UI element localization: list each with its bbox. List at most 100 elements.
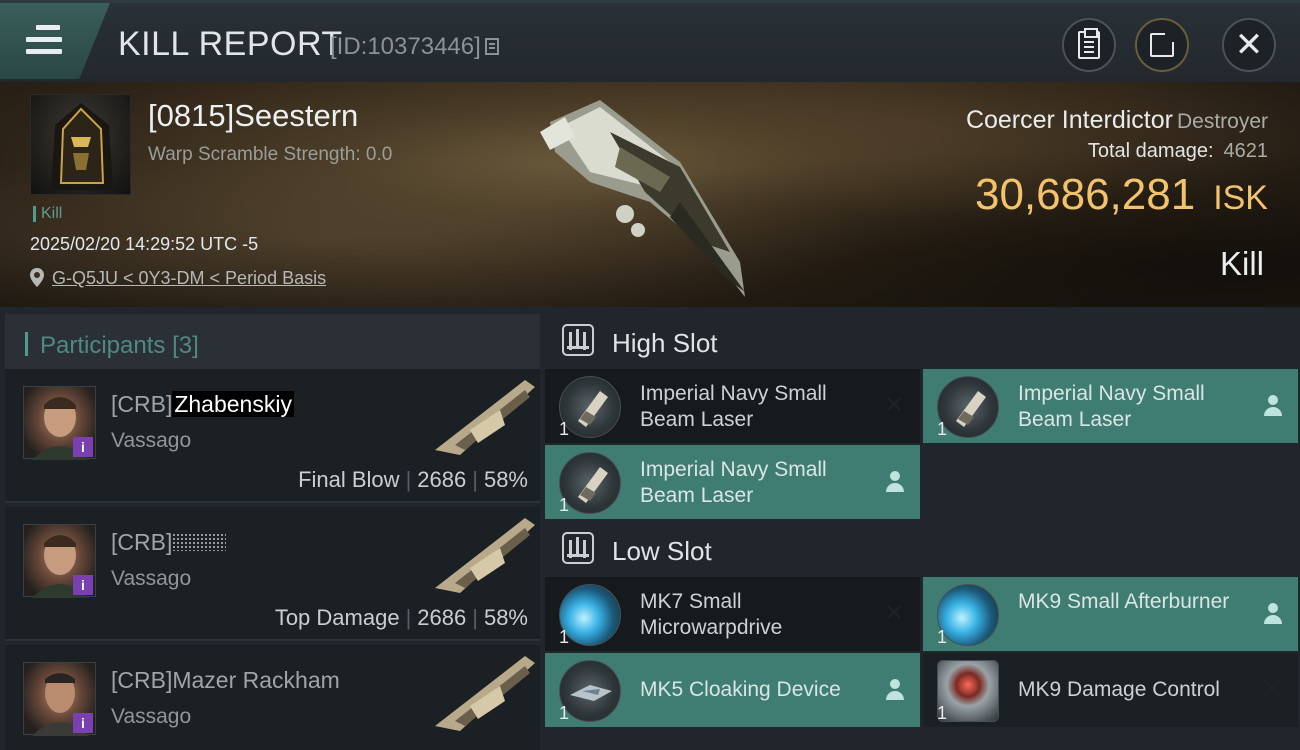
fitting-panel: High Slot 1 Imperial Navy Small Beam Las… — [540, 307, 1300, 750]
victim-portrait[interactable] — [30, 94, 131, 195]
destroyed-x-icon: ✕ — [883, 392, 905, 419]
module-quantity: 1 — [559, 703, 570, 723]
obscured-name — [172, 533, 227, 551]
participant-row[interactable]: i [CRB] Vassago Top Damage | 2686 | 58% — [5, 507, 540, 641]
header-bar: KILL REPORT [ID:10373446] ✕ — [0, 0, 1300, 82]
isk-unit: ISK — [1213, 179, 1268, 217]
total-damage-label: Total damage: — [1087, 140, 1214, 162]
destroyed-x-icon: ✕ — [1261, 676, 1283, 703]
participant-corp: [CRB] — [111, 667, 173, 693]
module-quantity: 1 — [937, 627, 948, 647]
low-slot-header: Low Slot — [545, 518, 1300, 576]
participants-title: Participants [3] — [40, 332, 199, 360]
participant-ship: Vassago — [111, 429, 192, 452]
participant-ship-image — [435, 656, 535, 731]
total-damage-value: 4621 — [1223, 140, 1269, 162]
total-damage: Total damage: 4621 — [1088, 140, 1268, 163]
participant-corp: [CRB] — [111, 529, 173, 555]
module-item[interactable]: 1 MK7 Small Microwarpdrive ✕ — [545, 577, 920, 651]
participant-ship-image — [435, 518, 535, 593]
participant-damage: 2686 — [417, 605, 467, 630]
participant-stats: Top Damage | 2686 | 58% — [275, 605, 528, 631]
destroyed-x-icon: ✕ — [883, 600, 905, 627]
victim-name[interactable]: [0815]Seestern — [148, 98, 358, 134]
module-name: Imperial Navy Small Beam Laser — [640, 382, 827, 431]
module-quantity: 1 — [937, 703, 948, 723]
dropped-person-icon — [1264, 395, 1282, 417]
stats-separator: | — [472, 605, 478, 630]
ship-name[interactable]: Coercer Interdictor — [966, 106, 1173, 134]
ship-class: Destroyer — [1176, 110, 1268, 133]
participant-name[interactable]: [CRB] — [111, 529, 227, 556]
participant-percent: 58% — [483, 605, 528, 630]
dropped-person-icon — [1264, 603, 1282, 625]
participant-role: Top Damage — [274, 605, 400, 630]
report-id-text: [ID:10373446] — [330, 33, 481, 60]
stats-separator: | — [405, 467, 412, 492]
participants-title-text: Participants — [40, 332, 166, 359]
share-icon — [1150, 30, 1177, 57]
participant-row[interactable]: i [CRB]Zhabenskiy Vassago Final Blow | 268… — [5, 369, 540, 503]
participant-name-text: Mazer Rackham — [172, 667, 340, 693]
result-label: Kill — [1219, 245, 1264, 282]
module-item[interactable]: 1 MK5 Cloaking Device — [545, 653, 920, 727]
participant-name[interactable]: [CRB]Zhabenskiy — [111, 391, 294, 418]
location-pin-icon — [30, 268, 44, 287]
module-item[interactable]: 1 MK9 Small Afterburner — [923, 577, 1298, 651]
stats-separator: | — [472, 467, 478, 492]
module-name: MK9 Damage Control — [1018, 678, 1220, 701]
participants-count: [3] — [172, 332, 199, 359]
ship-name-line: Coercer Interdictor Destroyer — [966, 106, 1268, 135]
report-id: [ID:10373446] — [330, 33, 499, 61]
clipboard-icon — [1078, 28, 1100, 59]
isk-value-line: 30,686,281 ISK — [975, 170, 1268, 220]
ship-render-image — [540, 100, 745, 297]
menu-icon[interactable] — [26, 25, 62, 57]
location-link[interactable]: G-Q5JU < 0Y3-DM < Period Basis — [30, 268, 326, 289]
header-accent-bar — [25, 332, 28, 356]
participant-role: Final Blow — [298, 467, 400, 492]
close-button[interactable]: ✕ — [1222, 18, 1276, 72]
module-name: MK7 Small Microwarpdrive — [640, 590, 783, 639]
high-slot-icon — [562, 324, 594, 356]
kill-timestamp: 2025/02/20 14:29:52 UTC -5 — [30, 234, 259, 254]
participant-corp: [CRB] — [111, 391, 173, 417]
participant-percent: 58% — [483, 467, 528, 492]
participant-ship: Vassago — [111, 567, 192, 590]
high-slot-header: High Slot — [545, 310, 1300, 368]
warp-scramble-strength: Warp Scramble Strength: 0.0 — [148, 144, 393, 165]
kill-tag: Kill — [33, 206, 62, 222]
alliance-badge-icon: i — [73, 575, 93, 595]
module-item[interactable]: 1 Imperial Navy Small Beam Laser ✕ — [545, 369, 920, 443]
participant-row[interactable]: i [CRB]Mazer Rackham Vassago — [5, 645, 540, 750]
dropped-person-icon — [886, 471, 904, 493]
high-slot-title: High Slot — [612, 328, 718, 358]
participants-panel: Participants [3] i [CRB]Zhabenskiy Vassa… — [0, 307, 540, 750]
alliance-badge-icon: i — [73, 713, 93, 733]
stats-separator: | — [405, 605, 412, 630]
clipboard-button[interactable] — [1062, 18, 1116, 72]
module-quantity: 1 — [559, 419, 570, 439]
module-name: Imperial Navy Small Beam Laser — [640, 458, 827, 507]
copy-icon[interactable] — [484, 38, 499, 55]
module-quantity: 1 — [937, 419, 948, 439]
low-slot-icon — [562, 532, 594, 564]
participant-damage: 2686 — [417, 467, 467, 492]
participant-name[interactable]: [CRB]Mazer Rackham — [111, 667, 340, 694]
module-item[interactable]: 1 Imperial Navy Small Beam Laser — [545, 445, 920, 519]
participants-header: Participants [3] — [5, 314, 540, 372]
module-quantity: 1 — [559, 627, 570, 647]
module-name: MK9 Small Afterburner — [1018, 590, 1230, 613]
low-slot-title: Low Slot — [612, 536, 712, 566]
participant-ship: Vassago — [111, 705, 192, 728]
victim-banner: [0815]Seestern Warp Scramble Strength: 0… — [0, 82, 1300, 307]
module-item[interactable]: 1 Imperial Navy Small Beam Laser — [923, 369, 1298, 443]
page-title: KILL REPORT — [118, 25, 343, 63]
participant-stats: Final Blow | 2686 | 58% — [298, 467, 528, 493]
module-item[interactable]: 1 MK9 Damage Control ✕ — [923, 653, 1298, 727]
location-text: G-Q5JU < 0Y3-DM < Period Basis — [52, 268, 327, 288]
participant-ship-image — [435, 380, 535, 455]
close-icon: ✕ — [1234, 26, 1264, 64]
module-quantity: 1 — [559, 495, 570, 515]
share-button[interactable] — [1135, 18, 1189, 72]
